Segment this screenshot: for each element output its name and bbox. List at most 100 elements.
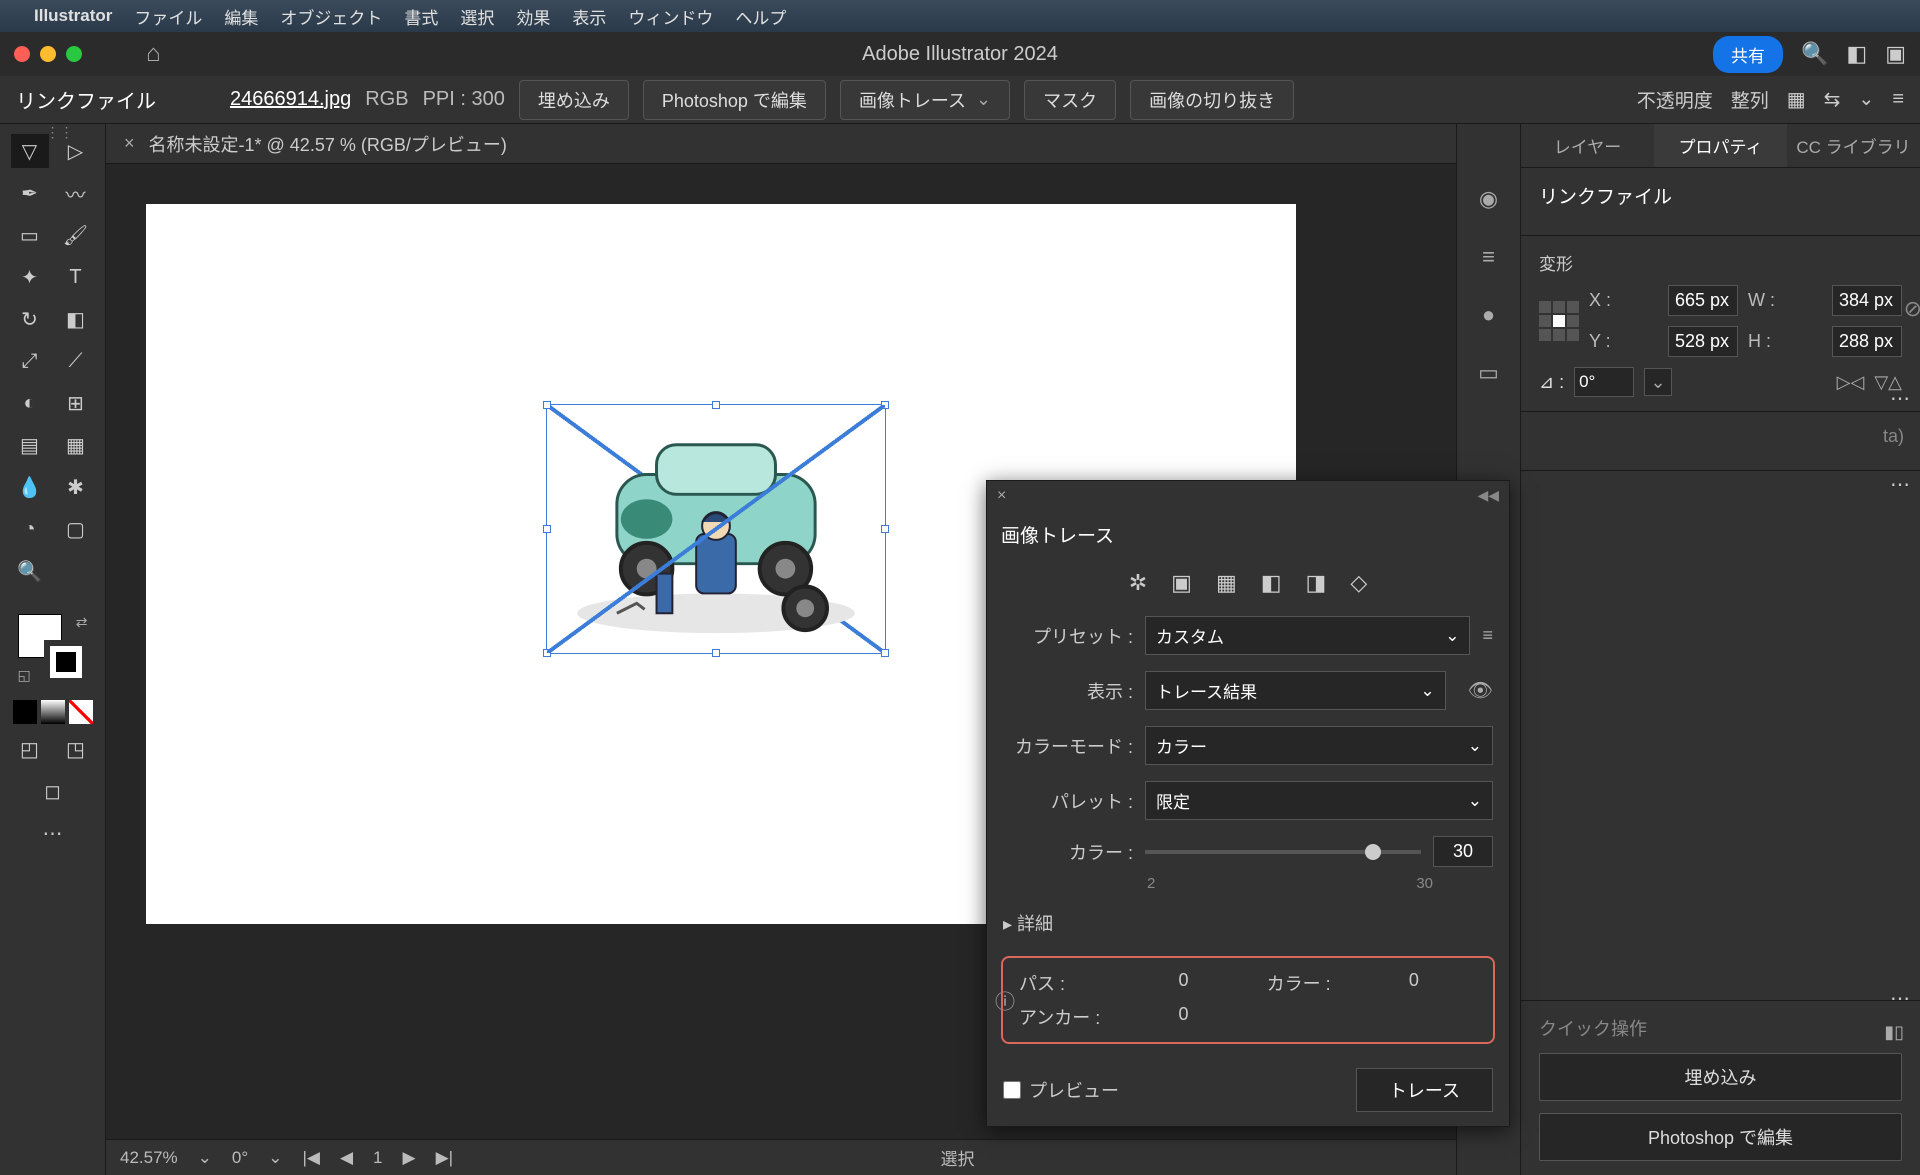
artboard-nav-last-icon[interactable]: ▶|	[436, 1148, 454, 1168]
reference-point-picker[interactable]	[1539, 301, 1579, 341]
preview-checkbox[interactable]: プレビュー	[1003, 1077, 1119, 1103]
close-window-icon[interactable]	[14, 46, 30, 62]
tab-cc-libraries[interactable]: CC ライブラリ	[1787, 124, 1920, 167]
swap-fill-stroke-icon[interactable]: ⇄	[76, 614, 88, 631]
transform-panel-icon[interactable]: ⇆	[1824, 87, 1841, 112]
mask-button[interactable]: マスク	[1024, 80, 1116, 120]
slider-thumb[interactable]	[1365, 844, 1381, 860]
view-dropdown[interactable]: トレース結果⌄	[1145, 671, 1446, 710]
gradient-mode-icon[interactable]	[41, 700, 65, 724]
angle-input[interactable]	[1574, 367, 1634, 397]
shape-builder-tool[interactable]: ◐	[11, 386, 49, 420]
hand-tool[interactable]	[57, 554, 95, 588]
align-label[interactable]: 整列	[1731, 86, 1769, 113]
h-input[interactable]	[1832, 326, 1902, 357]
align-panel-icon[interactable]: ▦	[1787, 87, 1806, 112]
linked-filename[interactable]: 24666914.jpg	[230, 88, 351, 111]
eraser-tool[interactable]: ◧	[57, 302, 95, 336]
palette-dropdown[interactable]: 限定⌄	[1145, 781, 1493, 820]
home-icon[interactable]: ⌂	[146, 40, 161, 68]
shaper-tool[interactable]: ✦	[11, 260, 49, 294]
resize-handle[interactable]	[712, 649, 720, 657]
draw-normal-icon[interactable]: ◰	[11, 732, 49, 766]
resize-handle[interactable]	[712, 401, 720, 409]
resize-handle[interactable]	[881, 649, 889, 657]
flip-horizontal-icon[interactable]: ▷◁	[1837, 372, 1865, 393]
mesh-tool[interactable]: ✱	[57, 470, 95, 504]
artboard-tool[interactable]: ▢	[57, 512, 95, 546]
artboard-number[interactable]: 1	[373, 1148, 382, 1168]
detail-disclosure[interactable]: 詳細	[987, 900, 1509, 946]
layers-panel-icon[interactable]: ≡	[1474, 242, 1504, 272]
zoom-tool[interactable]: 🔍	[11, 554, 49, 588]
toolbox-grip-icon[interactable]: ⋮⋮	[46, 124, 60, 141]
fullscreen-window-icon[interactable]	[66, 46, 82, 62]
zoom-level[interactable]: 42.57%	[120, 1148, 178, 1168]
angle-dropdown-icon[interactable]: ⌄	[1644, 368, 1672, 396]
gradient-panel-icon[interactable]: ▭	[1474, 358, 1504, 388]
eyedropper-tool[interactable]: 💧	[11, 470, 49, 504]
default-fill-stroke-icon[interactable]: ◱	[18, 667, 31, 684]
section-more-icon[interactable]: ⋯	[1890, 472, 1910, 497]
resize-handle[interactable]	[881, 401, 889, 409]
preset-outline-icon[interactable]: ◇	[1350, 570, 1367, 596]
blend-tool[interactable]: ◔	[11, 512, 49, 546]
paintbrush-tool[interactable]: 🖌	[57, 218, 95, 252]
scale-tool[interactable]: ⤢	[11, 344, 49, 378]
edit-toolbar-icon[interactable]: ⋯	[34, 816, 72, 850]
rotate-dropdown-icon[interactable]: ⌄	[268, 1148, 282, 1168]
perspective-grid-tool[interactable]: ▦	[57, 428, 95, 462]
draw-behind-icon[interactable]: ◳	[57, 732, 95, 766]
close-tab-icon[interactable]: ×	[124, 133, 135, 154]
stroke-swatch[interactable]	[44, 640, 88, 684]
resize-handle[interactable]	[543, 401, 551, 409]
image-trace-tab-label[interactable]: 画像トレース	[987, 511, 1509, 558]
selection-tool[interactable]: ▽	[11, 134, 49, 168]
close-panel-icon[interactable]: ×	[997, 487, 1006, 505]
tab-layers[interactable]: レイヤー	[1521, 124, 1654, 167]
view-toggle-icon[interactable]: 👁	[1468, 678, 1493, 703]
colors-slider[interactable]	[1145, 850, 1421, 854]
rotate-tool[interactable]: ↻	[11, 302, 49, 336]
rectangle-tool[interactable]: ▭	[11, 218, 49, 252]
preset-dropdown[interactable]: カスタム⌄	[1145, 616, 1470, 655]
curvature-tool[interactable]: 〰	[57, 176, 95, 210]
menu-object[interactable]: オブジェクト	[280, 4, 382, 29]
collapse-panel-icon[interactable]: ◀◀	[1477, 487, 1499, 504]
search-icon[interactable]: 🔍	[1801, 41, 1828, 67]
mode-dropdown[interactable]: カラー⌄	[1145, 726, 1493, 765]
resize-handle[interactable]	[543, 649, 551, 657]
workspace-switcher-icon[interactable]: ▣	[1885, 41, 1906, 67]
embed-button[interactable]: 埋め込み	[519, 80, 629, 120]
preset-bw-icon[interactable]: ◨	[1306, 570, 1327, 596]
transform-more-icon[interactable]: ⋯	[1890, 386, 1910, 411]
color-mode-icon[interactable]	[13, 700, 37, 724]
menu-type[interactable]: 書式	[404, 4, 438, 29]
pen-tool[interactable]: ✒	[11, 176, 49, 210]
rotate-view[interactable]: 0°	[232, 1148, 248, 1168]
artboard-nav-first-icon[interactable]: |◀	[302, 1148, 320, 1168]
trace-button[interactable]: トレース	[1356, 1068, 1493, 1112]
app-name[interactable]: Illustrator	[34, 6, 112, 26]
preset-high-icon[interactable]: ▣	[1171, 570, 1192, 596]
none-mode-icon[interactable]	[69, 700, 93, 724]
artboard-nav-next-icon[interactable]: ▶	[402, 1148, 415, 1168]
histogram-icon[interactable]: ▮▯	[1884, 1022, 1904, 1043]
document-tab[interactable]: × 名称未設定-1* @ 42.57 % (RGB/プレビュー)	[106, 124, 1456, 164]
opacity-label[interactable]: 不透明度	[1637, 86, 1713, 113]
y-input[interactable]	[1668, 326, 1738, 357]
quick-embed-button[interactable]: 埋め込み	[1539, 1053, 1902, 1101]
x-input[interactable]	[1668, 285, 1738, 316]
gradient-tool[interactable]: ▤	[11, 428, 49, 462]
preset-low-icon[interactable]: ▦	[1216, 570, 1237, 596]
artboard-nav-prev-icon[interactable]: ◀	[340, 1148, 353, 1168]
screen-mode-icon[interactable]: ◻	[34, 774, 72, 808]
share-button[interactable]: 共有	[1713, 36, 1783, 73]
menu-view[interactable]: 表示	[572, 4, 606, 29]
preview-checkbox-input[interactable]	[1003, 1081, 1021, 1099]
resize-handle[interactable]	[543, 525, 551, 533]
menu-help[interactable]: ヘルプ	[735, 4, 786, 29]
link-wh-icon[interactable]: ⊘	[1904, 296, 1920, 322]
zoom-dropdown-icon[interactable]: ⌄	[198, 1148, 212, 1168]
free-transform-tool[interactable]: ⊞	[57, 386, 95, 420]
